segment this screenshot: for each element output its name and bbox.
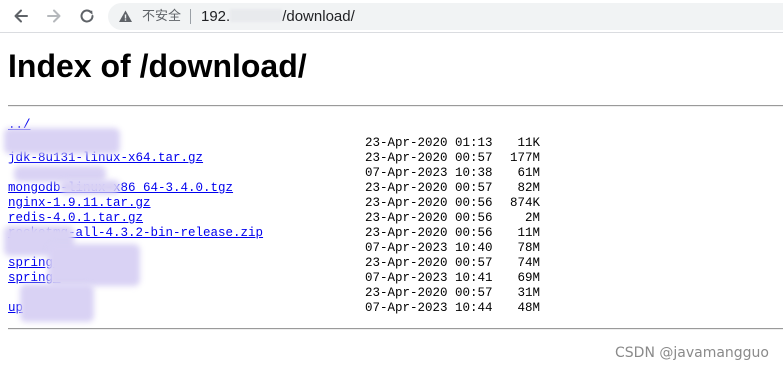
url-redaction bbox=[230, 9, 283, 22]
url-path: /download/ bbox=[282, 8, 355, 25]
browser-toolbar: 不安全 192. /download/ bbox=[0, 0, 783, 33]
table-row: 07-Apr-2023 10:40 78M bbox=[0, 241, 783, 256]
file-date: 23-Apr-2020 00:57 bbox=[365, 151, 493, 165]
file-link[interactable]: redis-4.0.1.tar.gz bbox=[8, 211, 143, 226]
file-size: 61M bbox=[517, 166, 540, 180]
file-size: 31M bbox=[517, 286, 540, 300]
file-size: 11M bbox=[517, 226, 540, 240]
file-link[interactable]: rocketmq-all-4.3.2-bin-release.zip bbox=[8, 226, 263, 241]
arrow-left-icon bbox=[14, 9, 28, 23]
file-link[interactable]: spring- bbox=[8, 271, 61, 286]
table-row: 07-Apr-2023 10:38 61M bbox=[0, 166, 783, 181]
file-size: 11K bbox=[517, 136, 540, 150]
address-bar[interactable]: 不安全 192. /download/ bbox=[108, 3, 783, 30]
file-date: 23-Apr-2020 01:13 bbox=[365, 136, 493, 150]
table-row: nginx-1.9.11.tar.gz 23-Apr-2020 00:56 87… bbox=[0, 196, 783, 211]
url-text[interactable]: 192. /download/ bbox=[201, 7, 355, 26]
arrow-right-icon bbox=[47, 9, 61, 23]
file-date: 23-Apr-2020 00:56 bbox=[365, 211, 493, 225]
file-size: 2M bbox=[524, 211, 540, 225]
forward-button[interactable] bbox=[42, 4, 66, 28]
file-date: 23-Apr-2020 00:56 bbox=[365, 196, 493, 210]
file-size: 78M bbox=[517, 241, 540, 255]
table-row: redis-4.0.1.tar.gz 23-Apr-2020 00:56 2M bbox=[0, 211, 783, 226]
page-title: Index of /download/ bbox=[8, 48, 307, 84]
file-size: 82M bbox=[517, 181, 540, 195]
omnibox-divider bbox=[190, 9, 191, 24]
file-date: 07-Apr-2023 10:38 bbox=[365, 166, 493, 180]
table-row: 23-Apr-2020 00:57 31M bbox=[0, 286, 783, 301]
warning-triangle-icon[interactable] bbox=[118, 9, 133, 24]
table-row: rocketmq-all-4.3.2-bin-release.zip 23-Ap… bbox=[0, 226, 783, 241]
file-date: 23-Apr-2020 00:57 bbox=[365, 286, 493, 300]
reload-icon bbox=[80, 9, 94, 23]
back-button[interactable] bbox=[9, 4, 33, 28]
file-date: 07-Apr-2023 10:40 bbox=[365, 241, 493, 255]
url-prefix: 192. bbox=[201, 8, 231, 25]
file-link[interactable]: mongodb-linux-x86_64-3.4.0.tgz bbox=[8, 181, 233, 196]
file-date: 07-Apr-2023 10:44 bbox=[365, 301, 493, 315]
file-size: 177M bbox=[509, 151, 540, 165]
security-label[interactable]: 不安全 bbox=[142, 8, 181, 25]
file-date: 07-Apr-2023 10:41 bbox=[365, 271, 493, 285]
parent-directory-link[interactable]: ../ bbox=[8, 118, 31, 133]
table-row: up 07-Apr-2023 10:44 48M bbox=[0, 301, 783, 316]
csdn-watermark: CSDN @javamangguo bbox=[615, 345, 769, 361]
file-size: 69M bbox=[517, 271, 540, 285]
bottom-divider bbox=[8, 328, 783, 330]
file-link[interactable]: nginx-1.9.11.tar.gz bbox=[8, 196, 151, 211]
table-row: jdk-8u131-linux-x64.tar.gz 23-Apr-2020 0… bbox=[0, 151, 783, 166]
table-row: mongodb-linux-x86_64-3.4.0.tgz 23-Apr-20… bbox=[0, 181, 783, 196]
parent-row: ../ bbox=[0, 118, 783, 133]
table-row: spring- 23-Apr-2020 00:57 74M bbox=[0, 256, 783, 271]
file-size: 74M bbox=[517, 256, 540, 270]
file-date: 23-Apr-2020 00:56 bbox=[365, 226, 493, 240]
file-size: 874K bbox=[509, 196, 540, 210]
reload-button[interactable] bbox=[75, 4, 99, 28]
table-row: spring- 07-Apr-2023 10:41 69M bbox=[0, 271, 783, 286]
file-link[interactable]: spring- bbox=[8, 256, 61, 271]
file-size: 48M bbox=[517, 301, 540, 315]
file-date: 23-Apr-2020 00:57 bbox=[365, 256, 493, 270]
file-date: 23-Apr-2020 00:57 bbox=[365, 181, 493, 195]
top-divider bbox=[8, 105, 783, 107]
file-link[interactable]: up bbox=[8, 301, 23, 316]
table-row: 23-Apr-2020 01:13 11K bbox=[0, 136, 783, 151]
file-link[interactable]: jdk-8u131-linux-x64.tar.gz bbox=[8, 151, 203, 166]
